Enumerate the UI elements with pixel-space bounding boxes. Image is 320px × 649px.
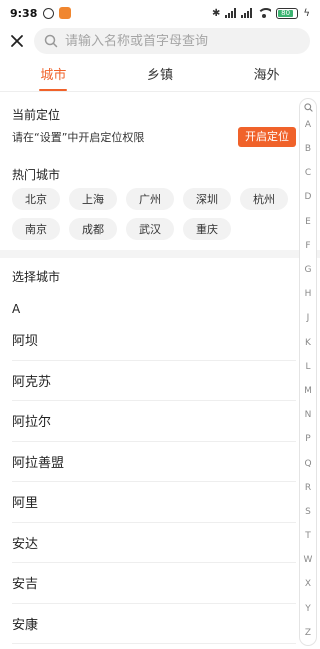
signal-icon-1 — [225, 8, 237, 18]
hot-city-chip[interactable]: 重庆 — [183, 218, 231, 240]
index-letter[interactable]: L — [305, 355, 310, 379]
letter-group-header: A — [12, 302, 21, 316]
location-permission-hint: 请在“设置”中开启定位权限 — [12, 131, 145, 144]
index-letter[interactable]: D — [305, 185, 312, 209]
wifi-icon — [257, 8, 272, 18]
region-tabs: 城市 乡镇 海外 — [0, 56, 320, 92]
index-letter[interactable]: B — [305, 137, 311, 161]
hot-cities-grid: 北京 上海 广州 深圳 杭州南京 成都 武汉 重庆 — [12, 188, 288, 240]
hot-city-chip[interactable]: 成都 — [69, 218, 117, 240]
alarm-icon — [43, 7, 55, 19]
status-left-icons — [43, 7, 72, 19]
battery-level: 80 — [278, 9, 293, 17]
select-city-title: 选择城市 — [12, 270, 61, 284]
hot-city-chip[interactable]: 武汉 — [126, 218, 174, 240]
hot-city-chip[interactable]: 上海 — [69, 188, 117, 210]
index-letter[interactable]: G — [305, 258, 312, 282]
close-button[interactable] — [2, 26, 32, 56]
index-letter[interactable]: S — [305, 500, 311, 524]
city-list-item[interactable]: 阿里 — [12, 482, 296, 523]
hot-city-chip[interactable]: 杭州 — [240, 188, 288, 210]
index-letter[interactable]: R — [305, 476, 311, 500]
city-list-item[interactable]: 阿拉善盟 — [12, 442, 296, 482]
index-letter[interactable]: M — [304, 379, 312, 403]
index-letter[interactable]: X — [305, 572, 311, 596]
index-letter[interactable]: Z — [305, 621, 311, 645]
hot-city-chip[interactable]: 南京 — [12, 218, 60, 240]
tab-township[interactable]: 乡镇 — [107, 56, 214, 91]
current-location-title: 当前定位 — [12, 108, 61, 122]
city-list-item[interactable]: 阿克苏 — [12, 361, 296, 401]
section-divider — [0, 250, 320, 258]
city-list-item[interactable]: 安达 — [12, 523, 296, 563]
letter-index-bar: ABCDEFGHJKLMNPQRSTWXYZ — [299, 98, 317, 646]
index-letter[interactable]: W — [304, 548, 313, 572]
status-bar: 9:38 ✱ 80 ϟ — [0, 0, 320, 26]
battery-icon: 80 — [276, 7, 299, 19]
app-notification-icon — [59, 7, 72, 19]
index-letter[interactable]: C — [305, 161, 311, 185]
index-letter[interactable]: T — [305, 524, 311, 548]
city-list-item[interactable]: 阿坝 — [12, 320, 296, 361]
index-letter[interactable]: Y — [305, 597, 311, 621]
hot-cities-title: 热门城市 — [12, 168, 61, 182]
city-list-item[interactable]: 安康 — [12, 604, 296, 644]
hot-city-chip[interactable]: 广州 — [126, 188, 174, 210]
close-icon — [11, 35, 23, 47]
index-letter[interactable]: K — [305, 331, 311, 355]
search-icon — [303, 103, 313, 113]
index-letter[interactable]: A — [305, 113, 311, 137]
index-letter[interactable]: J — [307, 306, 310, 330]
status-time: 9:38 — [10, 6, 38, 20]
index-search-icon[interactable] — [303, 103, 313, 113]
search-box[interactable] — [34, 28, 310, 54]
index-letter[interactable]: Q — [304, 452, 311, 476]
city-list-item[interactable]: 阿拉尔 — [12, 401, 296, 442]
index-letter[interactable]: E — [305, 210, 311, 234]
search-icon — [44, 34, 58, 48]
index-letter[interactable]: P — [305, 427, 310, 451]
search-header — [0, 26, 320, 56]
index-letter[interactable]: F — [305, 234, 310, 258]
tab-city[interactable]: 城市 — [0, 56, 107, 91]
search-input[interactable] — [65, 33, 310, 49]
enable-location-button[interactable]: 开启定位 — [238, 127, 296, 147]
hot-city-chip[interactable]: 深圳 — [183, 188, 231, 210]
index-letter[interactable]: H — [305, 282, 312, 306]
signal-icon-2 — [241, 8, 253, 18]
status-right-icons: ✱ 80 ϟ — [212, 7, 310, 19]
index-letter[interactable]: N — [305, 403, 312, 427]
city-list: 阿坝 阿克苏 阿拉尔 阿拉善盟 阿里 安达 安吉 安康 — [0, 320, 296, 644]
bluetooth-icon: ✱ — [212, 7, 221, 19]
location-permission-row: 请在“设置”中开启定位权限 开启定位 — [12, 126, 296, 148]
tab-overseas[interactable]: 海外 — [213, 56, 320, 91]
hot-city-chip[interactable]: 北京 — [12, 188, 60, 210]
city-list-item[interactable]: 安吉 — [12, 563, 296, 604]
charging-icon: ϟ — [303, 7, 310, 19]
